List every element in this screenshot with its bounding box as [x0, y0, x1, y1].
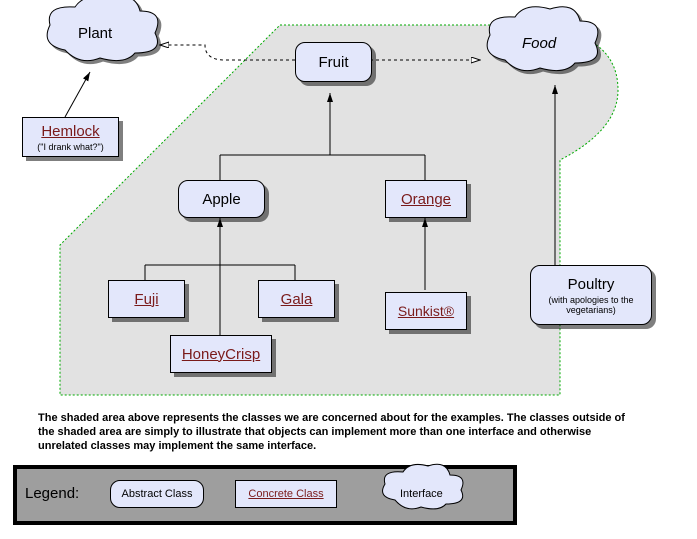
apple-box: Apple [178, 180, 265, 218]
poultry-sub: (with apologies to the vegetarians) [531, 295, 651, 315]
orange-label: Orange [401, 191, 451, 208]
sunkist-box: Sunkist® [385, 292, 467, 330]
legend-concrete-label: Concrete Class [248, 488, 323, 500]
poultry-label: Poultry [568, 276, 615, 293]
gala-box: Gala [258, 280, 335, 318]
hemlock-box: Hemlock ("I drank what?") [22, 117, 119, 157]
legend-abstract-box: Abstract Class [110, 480, 204, 508]
fuji-label: Fuji [134, 291, 158, 308]
hemlock-sub: ("I drank what?") [37, 142, 103, 152]
honeycrisp-box: HoneyCrisp [170, 335, 272, 373]
fuji-box: Fuji [108, 280, 185, 318]
fruit-box: Fruit [295, 42, 372, 82]
apple-label: Apple [202, 191, 240, 208]
honeycrisp-label: HoneyCrisp [182, 346, 260, 363]
hemlock-label: Hemlock [41, 123, 99, 140]
fruit-label: Fruit [319, 54, 349, 71]
poultry-box: Poultry (with apologies to the vegetaria… [530, 265, 652, 325]
gala-label: Gala [281, 291, 313, 308]
plant-label: Plant [78, 25, 112, 42]
orange-box: Orange [385, 180, 467, 218]
caption-text: The shaded area above represents the cla… [38, 412, 643, 453]
legend-interface-label: Interface [400, 488, 443, 500]
legend-concrete-box: Concrete Class [235, 480, 337, 508]
edge-hemlock-plant [65, 72, 90, 117]
diagram-stage: Plant Food Hemlock ("I drank what?") Fru… [0, 0, 697, 539]
legend-abstract-label: Abstract Class [122, 488, 193, 500]
sunkist-label: Sunkist® [398, 303, 454, 319]
food-label: Food [522, 35, 556, 52]
legend-label: Legend: [25, 485, 79, 502]
